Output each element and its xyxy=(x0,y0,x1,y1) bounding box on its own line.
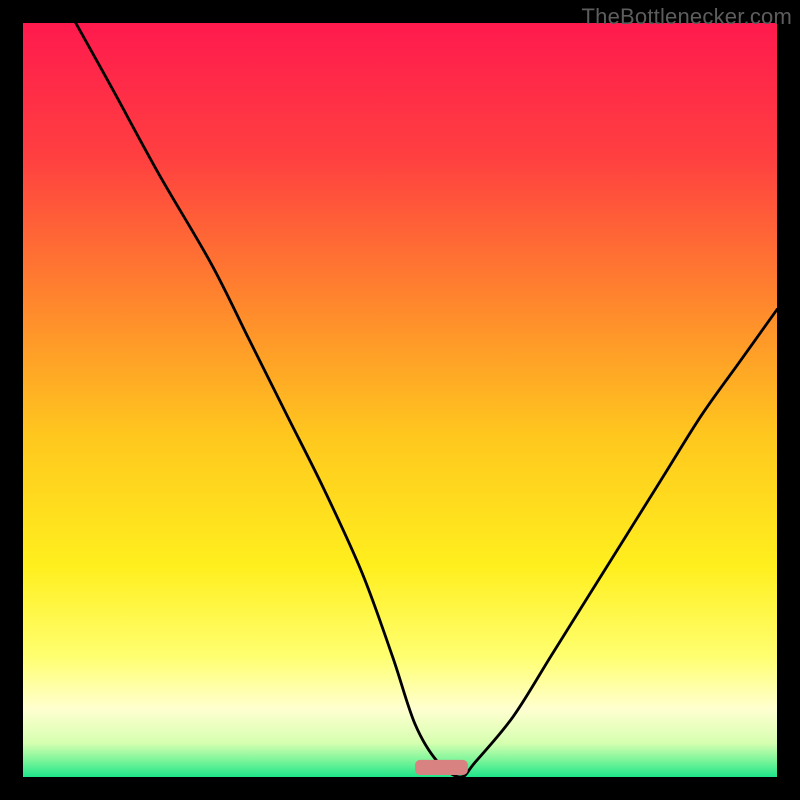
watermark-text: TheBottlenecker.com xyxy=(582,4,792,30)
gradient-background xyxy=(23,23,777,777)
plot-area xyxy=(23,23,777,777)
chart-svg xyxy=(23,23,777,777)
optimal-marker xyxy=(415,760,468,775)
chart-frame: TheBottlenecker.com xyxy=(0,0,800,800)
